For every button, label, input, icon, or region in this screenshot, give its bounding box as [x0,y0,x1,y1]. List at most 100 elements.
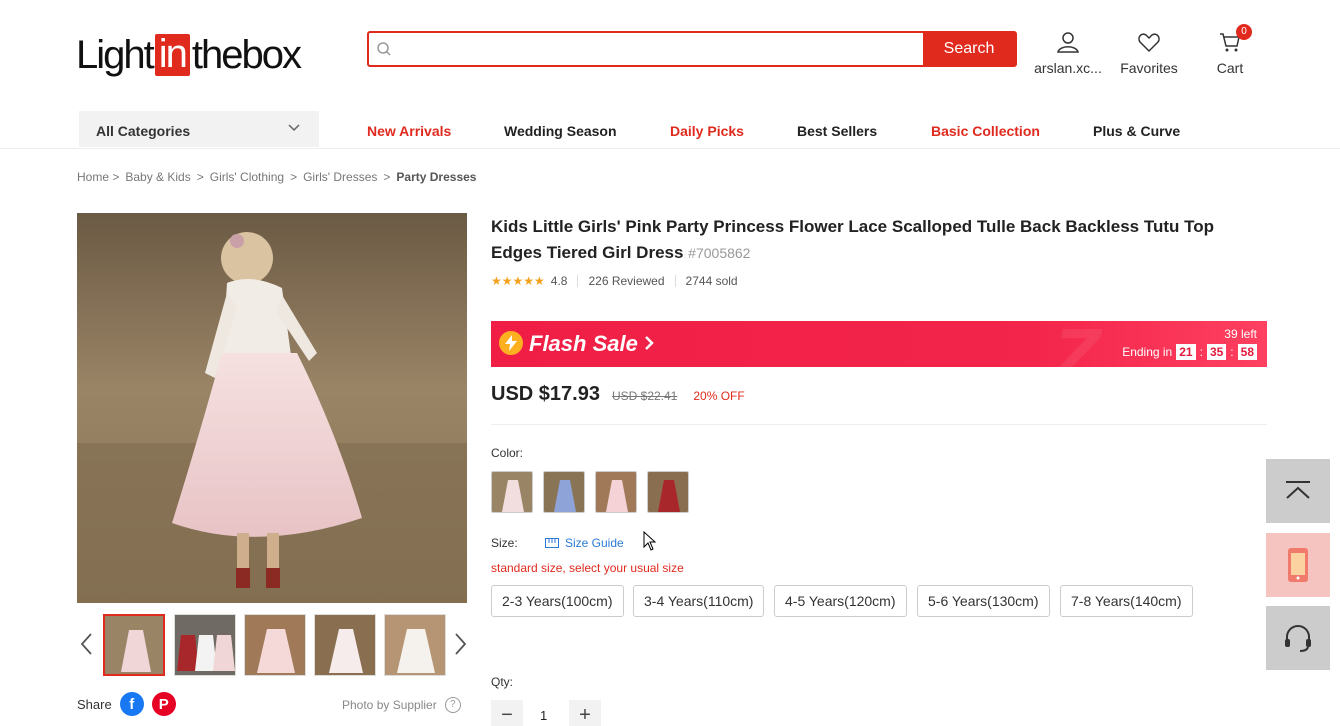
divider [674,275,676,287]
countdown-colon: : [1230,345,1234,359]
stock-left: 39 left [1224,327,1257,341]
countdown: Ending in 21 : 35 : 58 [1122,344,1257,360]
headset-icon [1285,625,1311,652]
flash-decoration: Z [1051,321,1100,367]
chevron-left-icon[interactable] [79,632,95,656]
color-swatch-blue[interactable] [543,471,585,513]
color-swatch-blush[interactable] [595,471,637,513]
breadcrumb-girls-clothing[interactable]: Girls' Clothing [210,170,284,184]
search-bar: Search [367,31,1017,67]
favorites-label: Favorites [1120,60,1178,76]
rating-row: ★★★★★ 4.8 226 Reviewed 2744 sold [491,274,738,288]
ending-label: Ending in [1122,345,1173,359]
mobile-app-button[interactable] [1266,533,1330,597]
flash-sale-banner[interactable]: Z Flash Sale 39 left Ending in 21 : 35 :… [491,321,1267,367]
user-icon [1057,32,1079,53]
favorites-link[interactable]: Favorites [1118,30,1180,76]
breadcrumb-girls-dresses[interactable]: Girls' Dresses [303,170,377,184]
cart-count-badge: 0 [1236,24,1252,40]
search-input[interactable] [399,33,923,65]
size-option-5-6[interactable]: 5-6 Years(130cm) [917,585,1050,617]
price-row: USD $17.93 USD $22.41 20% OFF [491,383,745,406]
nav-plus-curve[interactable]: Plus & Curve [1093,123,1180,139]
breadcrumb-sep: > [196,170,204,184]
size-guide-link[interactable]: Size Guide [545,536,624,550]
cart-link[interactable]: 0 Cart [1210,24,1252,76]
chevron-down-icon [288,124,300,132]
breadcrumb-home[interactable]: Home > [77,170,119,184]
star-rating-icon: ★★★★★ [491,274,545,288]
reviews-link[interactable]: 226 Reviewed [588,274,664,288]
size-option-4-5[interactable]: 4-5 Years(120cm) [774,585,907,617]
countdown-hours: 21 [1176,344,1196,360]
back-to-top-button[interactable] [1266,459,1330,523]
flash-sale-text: Flash Sale [529,331,638,356]
logo-part-thebox: thebox [191,32,302,77]
section-divider [491,424,1267,425]
thumbnail-5[interactable] [384,614,446,676]
product-title-text: Kids Little Girls' Pink Party Princess F… [491,217,1214,262]
flash-sale-title: Flash Sale [529,331,654,357]
thumbnail-2[interactable] [174,614,236,676]
nav-best-sellers[interactable]: Best Sellers [797,123,877,139]
logo-part-light: Light [76,32,155,77]
search-icon [369,33,399,65]
thumbnail-strip [77,612,467,678]
share-label: Share [77,696,112,712]
breadcrumb-party-dresses: Party Dresses [396,170,477,184]
all-categories-dropdown[interactable]: All Categories [79,111,319,147]
product-sku: #7005862 [688,245,751,261]
breadcrumb-sep: > [290,170,298,184]
pinterest-icon[interactable]: P [151,692,176,716]
phone-icon [1288,548,1308,582]
account-label: arslan.xc... [1034,60,1102,76]
size-option-7-8[interactable]: 7-8 Years(140cm) [1060,585,1193,617]
photo-by-supplier: Photo by Supplier ? [342,697,461,713]
rating-value: 4.8 [550,274,568,288]
photo-by-label: Photo by Supplier [342,698,437,712]
divider [577,275,579,287]
thumbnail-4[interactable] [314,614,376,676]
help-icon[interactable]: ? [444,697,461,713]
breadcrumb-baby-kids[interactable]: Baby & Kids [125,170,190,184]
ruler-icon [545,538,559,548]
original-price: USD $22.41 [611,389,678,403]
main-nav: All Categories New Arrivals Wedding Seas… [0,111,1340,149]
size-option-2-3[interactable]: 2-3 Years(100cm) [491,585,624,617]
thumbnail-1[interactable] [103,614,165,676]
breadcrumb-sep: > [383,170,391,184]
countdown-minutes: 35 [1206,344,1227,360]
nav-daily-picks[interactable]: Daily Picks [670,123,744,139]
sold-count: 2744 sold [685,274,738,288]
current-price: USD $17.93 [491,383,600,405]
color-label: Color: [491,446,524,460]
site-logo[interactable]: Light in thebox [76,32,302,78]
nav-basic-collection[interactable]: Basic Collection [931,123,1040,139]
nav-wedding-season[interactable]: Wedding Season [504,123,617,139]
mouse-cursor-icon [643,531,657,551]
arrow-up-icon [1286,481,1310,499]
qty-label: Qty: [491,675,514,689]
size-option-3-4[interactable]: 3-4 Years(110cm) [633,585,765,617]
chevron-right-icon [645,336,654,350]
countdown-seconds: 58 [1237,344,1257,360]
nav-new-arrivals[interactable]: New Arrivals [367,123,451,139]
color-swatch-red[interactable] [647,471,689,513]
qty-increase-button[interactable]: + [569,700,601,726]
qty-value[interactable]: 1 [540,708,547,723]
qty-decrease-button[interactable]: − [491,700,523,726]
search-button[interactable]: Search [923,33,1015,65]
cart-label: Cart [1216,60,1244,76]
heart-icon [1138,33,1160,53]
chevron-right-icon[interactable] [452,632,468,656]
size-label: Size: [491,536,518,550]
product-title: Kids Little Girls' Pink Party Princess F… [491,214,1261,266]
account-menu[interactable]: arslan.xc... [1032,30,1104,76]
thumbnail-3[interactable] [244,614,306,676]
customer-service-button[interactable] [1266,606,1330,670]
facebook-icon[interactable]: f [119,692,144,716]
size-note: standard size, select your usual size [491,561,684,575]
countdown-colon: : [1199,345,1203,359]
product-main-image[interactable] [77,213,467,603]
color-swatch-pink[interactable] [491,471,533,513]
